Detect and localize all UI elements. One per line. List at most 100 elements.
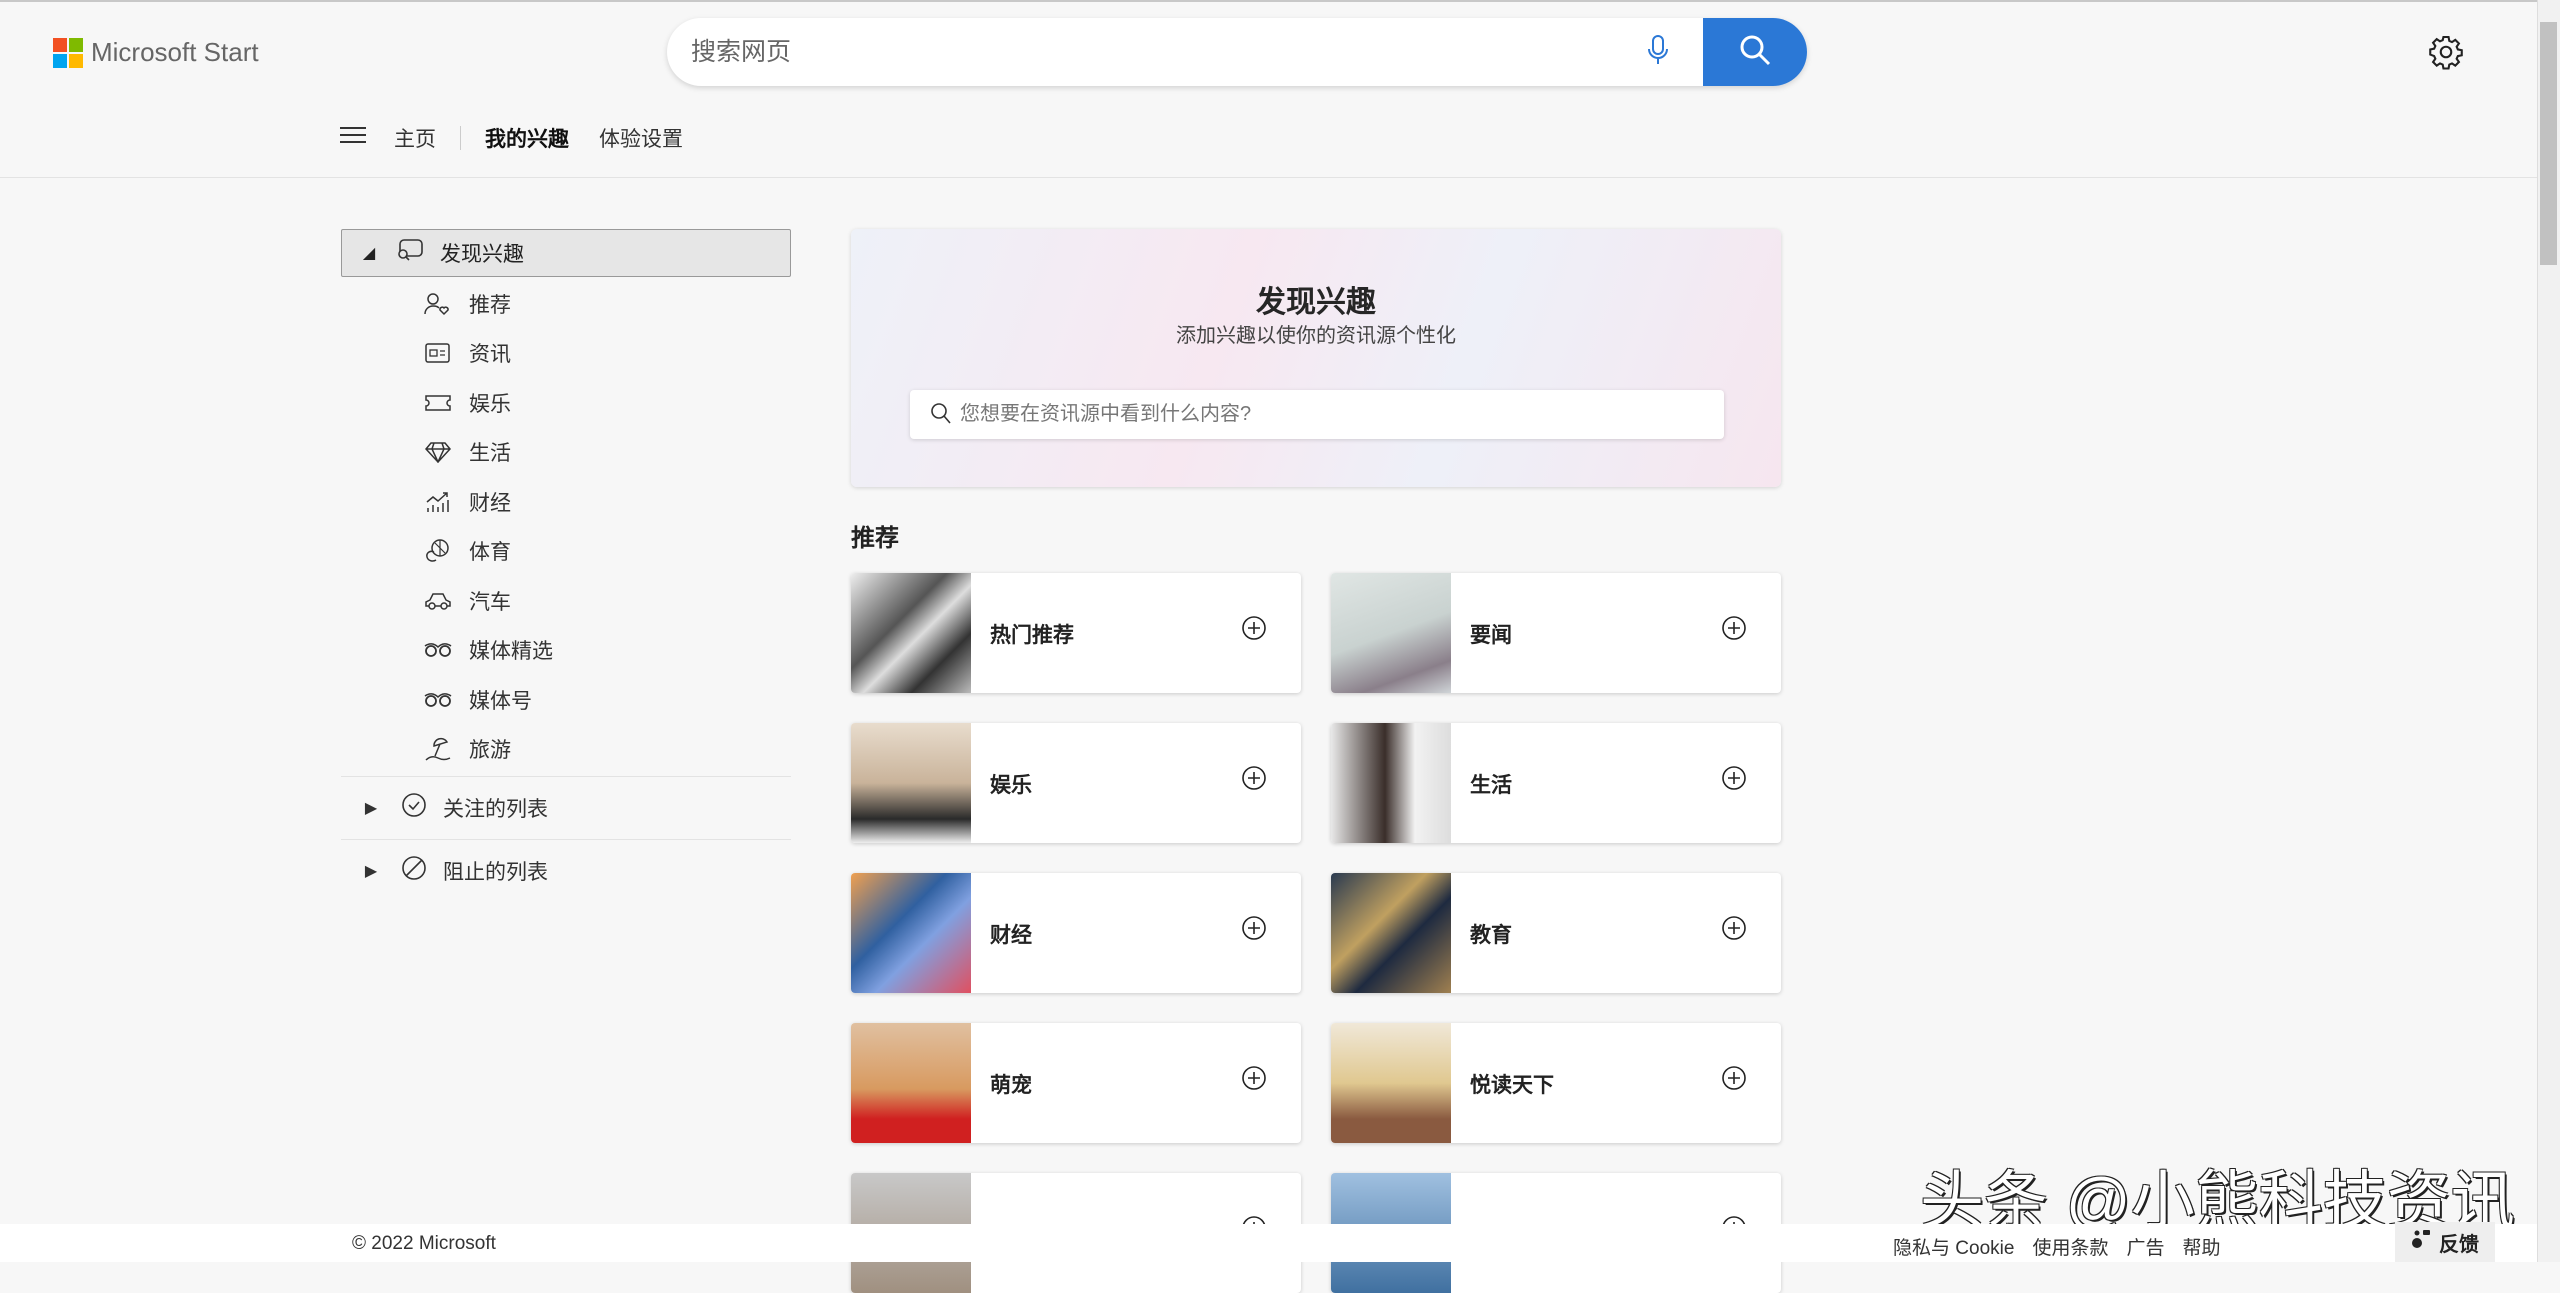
ads-link[interactable]: 广告 <box>2126 1233 2164 1260</box>
person-heart-icon <box>421 292 455 316</box>
blocked-circle-icon <box>401 855 427 887</box>
top-border <box>0 0 2560 2</box>
feedback-label: 反馈 <box>2439 1228 2479 1257</box>
add-circle-icon[interactable] <box>1721 615 1747 646</box>
search-button[interactable] <box>1703 18 1807 86</box>
privacy-cookie-link[interactable]: 隐私与 Cookie <box>1893 1233 2014 1260</box>
microsoft-logo-icon <box>53 38 83 68</box>
interest-label: 娱乐 <box>990 769 1032 799</box>
microsoft-start-logo[interactable]: Microsoft Start <box>53 37 259 68</box>
nav-divider <box>460 126 461 150</box>
section-title-recommended: 推荐 <box>851 518 899 553</box>
header-divider <box>0 177 2537 178</box>
glasses-icon <box>421 642 455 658</box>
interest-card[interactable]: 热门推荐 <box>851 573 1301 693</box>
add-circle-icon[interactable] <box>1721 765 1747 796</box>
add-circle-icon[interactable] <box>1721 1065 1747 1096</box>
search-icon <box>930 402 952 431</box>
add-circle-icon[interactable] <box>1241 1065 1267 1096</box>
sidebar-item[interactable]: 媒体精选 <box>341 626 791 676</box>
car-icon <box>421 590 455 612</box>
sidebar-item-label: 媒体号 <box>469 685 532 715</box>
blocked-list-label: 阻止的列表 <box>443 856 548 886</box>
interest-card[interactable]: 财经 <box>851 873 1301 993</box>
scrollbar-thumb[interactable] <box>2540 22 2557 265</box>
interest-search-box <box>910 390 1724 439</box>
sidebar-item-label: 媒体精选 <box>469 635 553 665</box>
add-circle-icon[interactable] <box>1241 765 1267 796</box>
interest-card[interactable]: 要闻 <box>1331 573 1781 693</box>
footer-links: 隐私与 Cookie 使用条款 广告 帮助 <box>1893 1233 2220 1260</box>
beach-icon <box>421 736 455 762</box>
sidebar-followed-list[interactable]: ▶ 关注的列表 <box>341 776 791 839</box>
discover-hero-card: 发现兴趣 添加兴趣以使你的资讯源个性化 <box>851 229 1781 487</box>
ticket-icon <box>421 394 455 412</box>
chart-up-icon <box>421 490 455 514</box>
interest-image <box>1331 573 1451 693</box>
sidebar-item[interactable]: 体育 <box>341 527 791 577</box>
interest-label: 教育 <box>1470 919 1512 949</box>
sidebar-item-label: 资讯 <box>469 338 511 368</box>
sidebar-item[interactable]: 娱乐 <box>341 378 791 428</box>
diamond-icon <box>421 441 455 463</box>
interest-image <box>1331 723 1451 843</box>
interest-card[interactable]: 萌宠 <box>851 1023 1301 1143</box>
sidebar-item[interactable]: 汽车 <box>341 576 791 626</box>
sidebar-item[interactable]: 媒体号 <box>341 675 791 725</box>
add-circle-icon[interactable] <box>1721 915 1747 946</box>
brand-name: Microsoft Start <box>91 37 259 68</box>
feedback-button[interactable]: 反馈 <box>2395 1222 2495 1262</box>
sidebar-item[interactable]: 生活 <box>341 428 791 478</box>
microphone-icon[interactable] <box>1647 34 1669 73</box>
sidebar-blocked-list[interactable]: ▶ 阻止的列表 <box>341 839 791 902</box>
top-nav: 主页 我的兴趣 体验设置 <box>340 122 713 154</box>
add-circle-icon[interactable] <box>1241 915 1267 946</box>
sidebar-item-label: 娱乐 <box>469 388 511 418</box>
sidebar-item[interactable]: 财经 <box>341 477 791 527</box>
sidebar-item-label: 财经 <box>469 487 511 517</box>
discover-icon <box>396 238 424 268</box>
add-circle-icon[interactable] <box>1241 615 1267 646</box>
interest-image <box>851 873 971 993</box>
help-link[interactable]: 帮助 <box>2182 1233 2220 1260</box>
nav-home[interactable]: 主页 <box>394 123 436 153</box>
expand-triangle-icon: ▶ <box>341 861 401 881</box>
interest-image <box>1331 873 1451 993</box>
interest-image <box>851 573 971 693</box>
sidebar-item-label: 体育 <box>469 536 511 566</box>
feedback-icon <box>2411 1229 2431 1255</box>
interest-image <box>851 1023 971 1143</box>
interest-label: 萌宠 <box>990 1069 1032 1099</box>
interest-label: 财经 <box>990 919 1032 949</box>
hamburger-menu-icon[interactable] <box>340 126 366 150</box>
nav-my-interests[interactable]: 我的兴趣 <box>485 123 569 153</box>
interest-card[interactable]: 悦读天下 <box>1331 1023 1781 1143</box>
glasses-icon <box>421 692 455 708</box>
interest-image <box>851 723 971 843</box>
sidebar-item[interactable]: 资讯 <box>341 329 791 379</box>
sidebar-item[interactable]: 旅游 <box>341 725 791 775</box>
sidebar-item-label: 旅游 <box>469 734 511 764</box>
interest-image <box>1331 1023 1451 1143</box>
sidebar-item-label: 推荐 <box>469 289 511 319</box>
sidebar: ◢ 发现兴趣 推荐资讯娱乐生活财经体育汽车媒体精选媒体号旅游 ▶ 关注的列表 ▶… <box>341 229 791 902</box>
search-icon <box>1738 33 1772 72</box>
sidebar-discover-interests[interactable]: ◢ 发现兴趣 <box>341 229 791 277</box>
interest-search-input[interactable] <box>960 390 1700 439</box>
hero-subtitle: 添加兴趣以使你的资讯源个性化 <box>851 319 1781 348</box>
check-circle-icon <box>401 792 427 824</box>
interest-card[interactable]: 生活 <box>1331 723 1781 843</box>
interest-card[interactable]: 教育 <box>1331 873 1781 993</box>
nav-experience-settings[interactable]: 体验设置 <box>599 123 683 153</box>
interest-label: 要闻 <box>1470 619 1512 649</box>
sidebar-item[interactable]: 推荐 <box>341 279 791 329</box>
web-search-input[interactable] <box>691 18 1591 86</box>
settings-gear-icon[interactable] <box>2428 34 2464 75</box>
expand-triangle-icon: ▶ <box>341 798 401 818</box>
copyright: © 2022 Microsoft <box>352 1233 496 1255</box>
sidebar-item-label: 汽车 <box>469 586 511 616</box>
terms-link[interactable]: 使用条款 <box>2032 1233 2108 1260</box>
interest-label: 悦读天下 <box>1470 1069 1554 1099</box>
interest-label: 生活 <box>1470 769 1512 799</box>
interest-card[interactable]: 娱乐 <box>851 723 1301 843</box>
